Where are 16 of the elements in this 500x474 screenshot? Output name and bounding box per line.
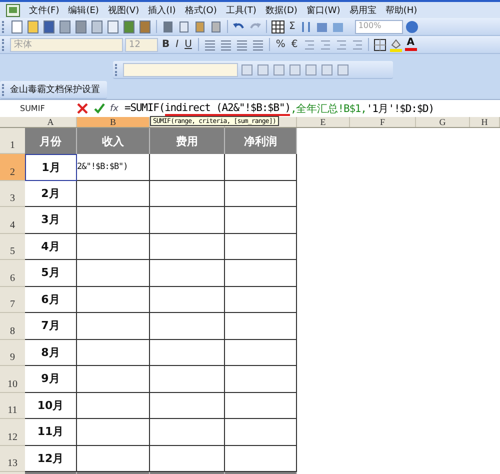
table-cell: 1月: [25, 154, 77, 180]
table-cell: 2&"!$B:$B"): [77, 154, 150, 180]
table-cell: 9月: [25, 366, 77, 392]
table-cell: 3月: [25, 207, 77, 234]
table-cell: 7月: [25, 313, 77, 340]
table-header-cell: 收入: [77, 128, 150, 154]
table-cell: 10月: [25, 392, 77, 419]
table-header-cell: 月份: [25, 128, 77, 154]
table-cell: 11月: [25, 419, 77, 446]
table-header-cell: 费用: [150, 128, 225, 154]
table-header-cell: 净利润: [225, 128, 297, 154]
table-cell: 6月: [25, 286, 77, 313]
table-cell: 4月: [25, 234, 77, 260]
table-cell: 2月: [25, 180, 77, 207]
table-cell: 8月: [25, 340, 77, 366]
table-cell: 5月: [25, 260, 77, 286]
